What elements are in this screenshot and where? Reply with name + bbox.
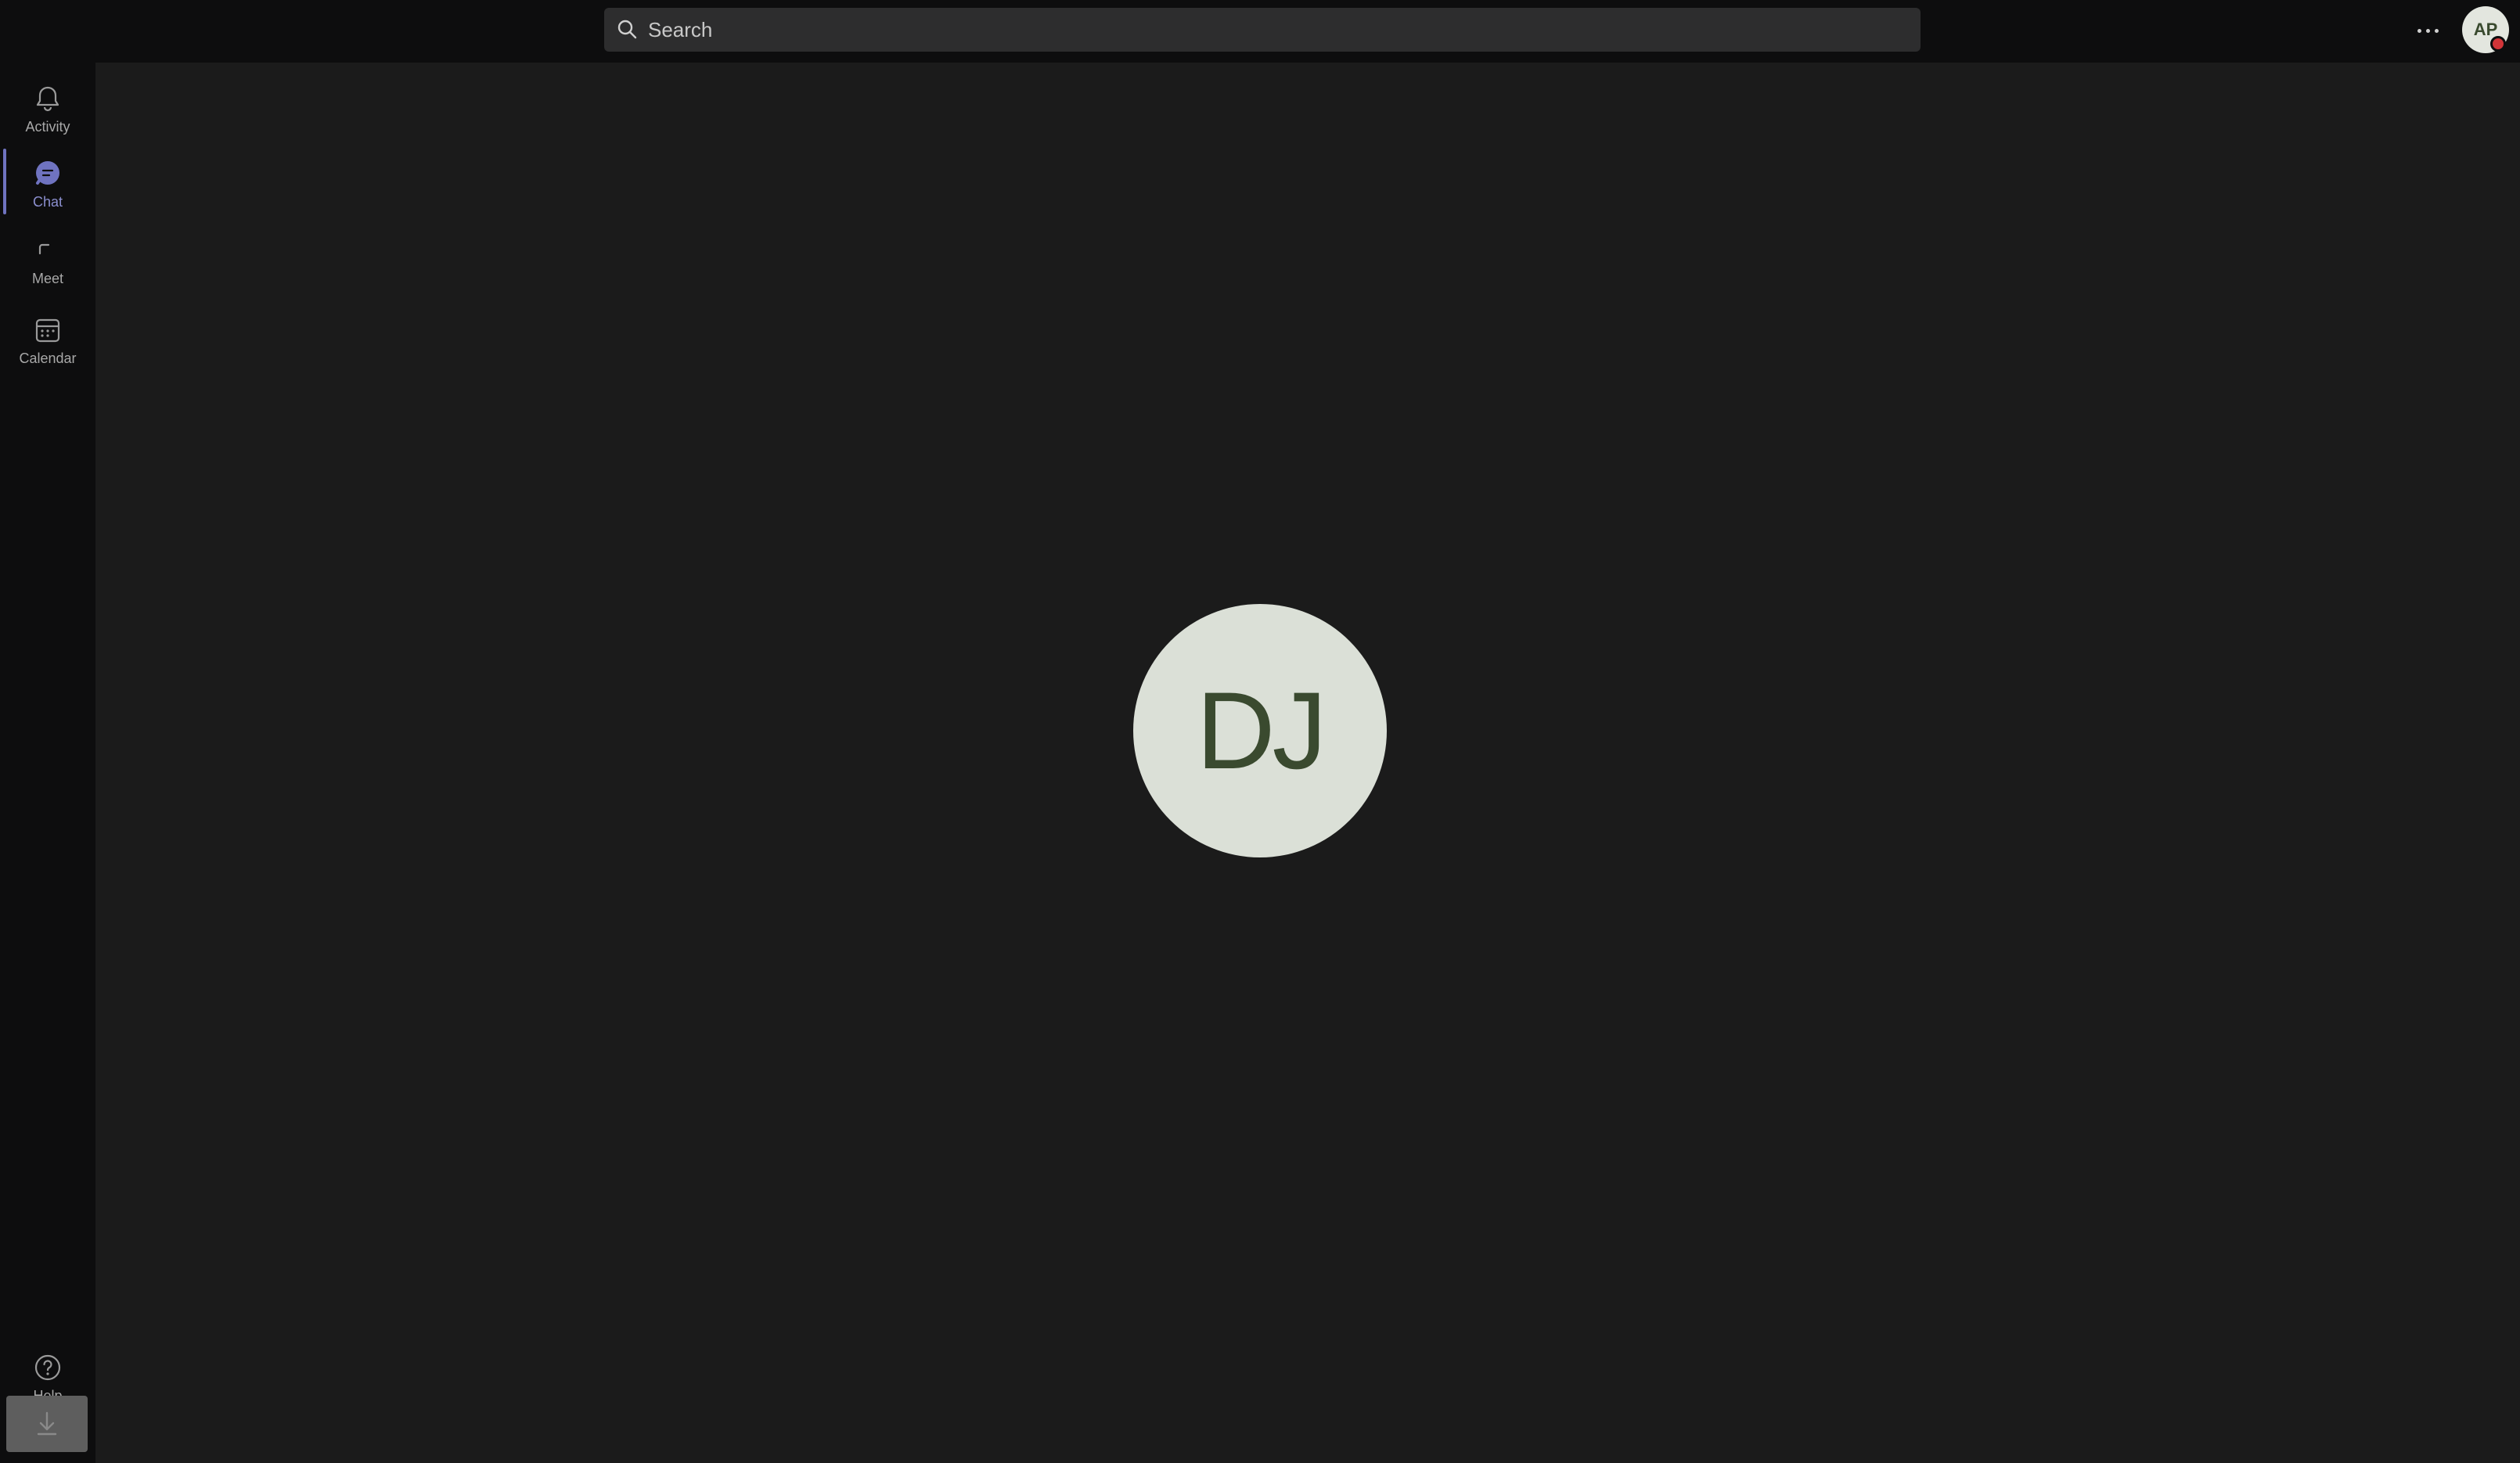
rail-item-chat[interactable]: Chat (0, 146, 95, 221)
presence-status-badge (2490, 36, 2506, 52)
bell-icon (36, 86, 59, 111)
rail-item-label: Calendar (19, 350, 77, 366)
participant-avatar: DJ (1133, 604, 1387, 857)
more-dot (2434, 28, 2439, 33)
rail-item-calendar[interactable]: Calendar (0, 302, 95, 377)
help-icon (34, 1354, 61, 1380)
rail-item-meet[interactable]: Meet (0, 222, 95, 297)
search-box[interactable]: Search (604, 8, 1921, 52)
more-horizontal-icon (2417, 28, 2421, 33)
rail-item-label: Activity (25, 118, 70, 135)
calendar-icon (35, 318, 60, 342)
rail-item-label: Chat (32, 193, 63, 210)
top-bar: Search AP (0, 0, 2520, 63)
more-options-button[interactable] (2403, 11, 2453, 50)
download-icon (37, 1411, 57, 1436)
search-icon (617, 20, 637, 39)
download-app-button[interactable] (6, 1396, 88, 1452)
video-icon (38, 243, 50, 254)
search-placeholder: Search (648, 17, 713, 41)
rail-item-activity[interactable]: Activity (0, 70, 95, 146)
rail-item-label: Meet (31, 270, 64, 286)
chat-icon (36, 160, 59, 185)
more-dot (2425, 28, 2430, 33)
app-rail: Activity Chat Meet Calendar (0, 63, 95, 1463)
